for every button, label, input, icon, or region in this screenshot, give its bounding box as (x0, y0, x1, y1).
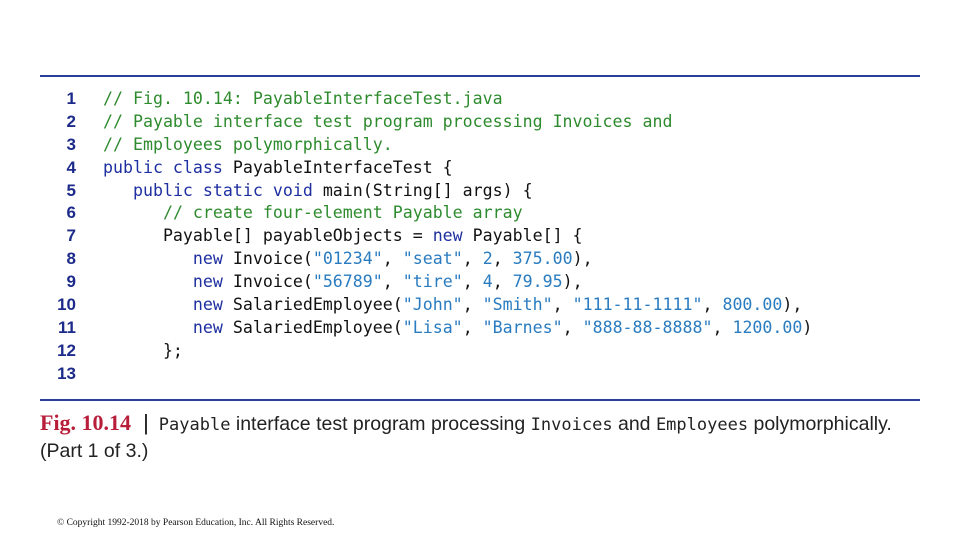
code-source: public class PayableInterfaceTest { (103, 157, 453, 180)
code-text: , (462, 272, 483, 292)
code-text: , (462, 249, 483, 269)
code-text: Payable[] payableObjects = (103, 226, 433, 246)
code-literal: 800.00 (722, 295, 783, 315)
code-source: new SalariedEmployee("John", "Smith", "1… (103, 294, 802, 317)
code-literal: "888-88-8888" (582, 317, 713, 337)
code-literal: 375.00 (512, 249, 573, 269)
caption-code-employees: Employees (655, 415, 749, 435)
code-comment: // Fig. 10.14: PayableInterfaceTest.java (103, 89, 503, 108)
code-text: , (492, 272, 513, 292)
code-text: , (492, 249, 513, 269)
line-number: 3 (66, 134, 76, 154)
code-literal: 79.95 (512, 272, 563, 292)
line-number: 2 (66, 111, 76, 131)
line-number: 11 (58, 317, 76, 337)
code-literal: 1200.00 (732, 317, 803, 337)
code-text: , (462, 295, 483, 315)
code-source: new Invoice("56789", "tire", 4, 79.95), (103, 271, 583, 294)
code-source: // create four-element Payable array (103, 202, 523, 225)
code-keyword: new (192, 295, 233, 315)
code-text: ), (572, 249, 593, 269)
code-keyword: new (192, 317, 233, 337)
bottom-rule (40, 399, 920, 401)
code-text: Payable[] { (472, 226, 583, 246)
line-number: 7 (66, 226, 76, 246)
top-rule (40, 75, 920, 77)
code-source: // Payable interface test program proces… (103, 111, 672, 134)
code-text: , (562, 317, 583, 337)
copyright-notice: © Copyright 1992-2018 by Pearson Educati… (57, 518, 335, 528)
code-text: , (462, 317, 483, 337)
code-text: , (702, 295, 723, 315)
code-text: PayableInterfaceTest { (232, 157, 453, 177)
code-text: SalariedEmployee( (232, 295, 403, 315)
code-text: main(String[] args) { (322, 180, 533, 200)
code-keyword: public class (103, 157, 233, 177)
line-number: 5 (66, 180, 76, 200)
code-text: , (552, 295, 573, 315)
code-literal: 4 (482, 272, 493, 292)
code-text: Invoice( (232, 249, 313, 269)
line-number: 9 (66, 272, 76, 292)
code-comment: // Payable interface test program proces… (103, 111, 673, 131)
code-keyword: new (432, 226, 473, 246)
line-number: 6 (66, 203, 76, 223)
code-literal: "56789" (312, 272, 383, 292)
code-source: Payable[] payableObjects = new Payable[]… (103, 225, 583, 248)
caption-code-invoices: Invoices (530, 415, 613, 435)
code-literal: "Lisa" (402, 317, 463, 337)
line-number: 1 (66, 89, 76, 108)
line-number: 4 (66, 157, 76, 177)
code-source: }; (103, 340, 183, 363)
code-text: , (382, 272, 403, 292)
code-literal: "tire" (402, 272, 463, 292)
code-text: , (382, 249, 403, 269)
line-number: 13 (57, 363, 76, 383)
figure-caption: Fig. 10.14 | Payable interface test progra… (40, 410, 920, 464)
code-literal: "Barnes" (482, 317, 563, 337)
code-literal: "01234" (312, 249, 383, 269)
line-number: 8 (66, 249, 76, 269)
caption-code-payable: Payable (158, 415, 231, 435)
code-text: ), (562, 272, 583, 292)
code-source: // Employees polymorphically. (103, 134, 393, 157)
code-literal: "seat" (402, 249, 463, 269)
code-text: ), (782, 295, 803, 315)
code-source: new SalariedEmployee("Lisa", "Barnes", "… (103, 317, 812, 340)
code-keyword: new (192, 272, 233, 292)
code-text: ) (802, 317, 813, 337)
code-text: SalariedEmployee( (232, 317, 403, 337)
code-source: new Invoice("01234", "seat", 2, 375.00), (103, 248, 593, 271)
code-text: Invoice( (232, 272, 313, 292)
line-number: 10 (57, 295, 76, 315)
code-source: // Fig. 10.14: PayableInterfaceTest.java (103, 88, 503, 111)
code-literal: "Smith" (482, 295, 553, 315)
code-comment: // Employees polymorphically. (103, 134, 393, 154)
code-comment: // create four-element Payable array (162, 203, 523, 223)
code-literal: "John" (402, 295, 463, 315)
code-text: , (712, 317, 733, 337)
line-number: 12 (57, 340, 76, 360)
caption-separator: | (143, 410, 149, 435)
caption-text: and (612, 413, 656, 435)
code-text: }; (103, 340, 183, 360)
caption-text: interface test program processing (230, 413, 531, 435)
code-keyword: new (192, 249, 233, 269)
code-literal: 2 (482, 249, 493, 269)
code-source: public static void main(String[] args) { (103, 180, 533, 203)
figure-label: Fig. 10.14 (40, 410, 132, 435)
code-keyword: public static void (132, 180, 323, 200)
code-literal: "111-11-1111" (572, 295, 703, 315)
